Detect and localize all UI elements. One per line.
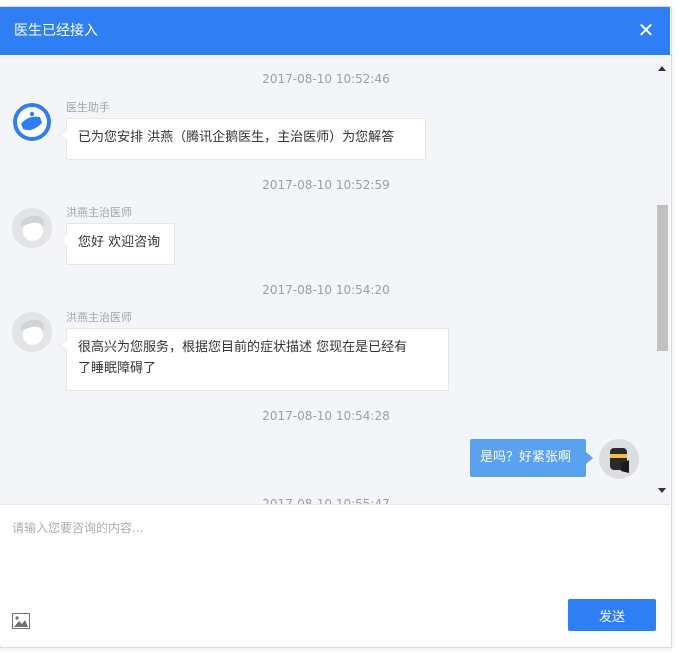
message-timestamp: 2017-08-10 10:54:28: [262, 409, 390, 423]
send-button[interactable]: 发送: [568, 599, 656, 631]
assistant-avatar-icon: [12, 102, 52, 142]
doctor-avatar-icon: [12, 208, 52, 248]
message-sender: 医生助手: [66, 101, 110, 114]
image-icon[interactable]: [12, 613, 30, 629]
message-sender: 洪燕主治医师: [66, 311, 132, 324]
message-text-line: 了睡眠障碍了: [78, 361, 157, 376]
message-timestamp: 2017-08-10 10:52:59: [262, 178, 390, 192]
message-text: 是吗？好紧张啊: [480, 450, 572, 465]
user-avatar-icon: [599, 439, 639, 479]
message-timestamp: 2017-08-10 10:54:20: [262, 283, 390, 297]
scroll-down-icon[interactable]: [658, 488, 666, 493]
chat-scrollbar[interactable]: [654, 55, 670, 504]
message-sender: 洪燕主治医师: [66, 206, 132, 219]
message-input[interactable]: [12, 519, 652, 589]
scroll-up-icon[interactable]: [658, 66, 666, 71]
dialog-title: 医生已经接入: [14, 23, 98, 39]
message-bubble: 很高兴为您服务，根据您目前的症状描述 您现在是已经有 了睡眠障碍了: [60, 328, 449, 391]
message-text: 您好 欢迎咨询: [78, 235, 161, 250]
message-bubble: 您好 欢迎咨询: [60, 223, 175, 265]
dialog-header: 医生已经接入 ✕: [0, 7, 670, 55]
message-text-line: 很高兴为您服务，根据您目前的症状描述 您现在是已经有: [78, 340, 408, 355]
doctor-avatar-icon: [12, 312, 52, 352]
my-message-bubble: 是吗？好紧张啊: [470, 439, 593, 477]
close-icon[interactable]: ✕: [636, 19, 656, 41]
message-bubble: 已为您安排 洪燕（腾讯企鹅医生，主治医师）为您解答: [60, 118, 426, 160]
message-composer: 发送: [0, 504, 670, 646]
message-timestamp: 2017-08-10 10:55:47: [262, 497, 390, 504]
message-text: 已为您安排 洪燕（腾讯企鹅医生，主治医师）为您解答: [78, 130, 395, 145]
scroll-thumb[interactable]: [657, 205, 668, 351]
chat-history[interactable]: 2017-08-10 10:52:46 医生助手 已为您安排 洪燕（腾讯企鹅医生…: [0, 55, 670, 504]
message-timestamp: 2017-08-10 10:52:46: [262, 72, 390, 86]
